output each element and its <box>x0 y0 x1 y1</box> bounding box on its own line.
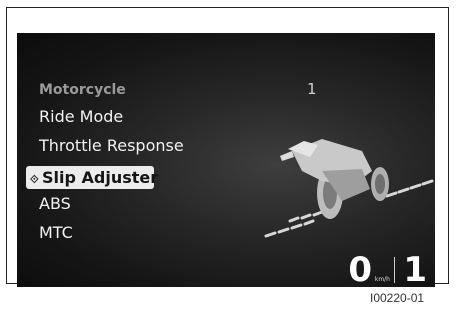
menu-item-slip-adjuster[interactable]: ⟐ Slip Adjuster <box>26 166 158 189</box>
figure-caption: I00220-01 <box>370 291 425 305</box>
menu-header-value: 1 <box>307 80 317 98</box>
readout-divider <box>394 257 395 283</box>
selection-arrow-icon: ⟐ <box>30 173 39 186</box>
menu-item-abs[interactable]: ABS <box>39 194 71 213</box>
menu-item-throttle-response[interactable]: Throttle Response <box>39 136 184 155</box>
menu-header-motorcycle: Motorcycle <box>39 82 126 98</box>
dashboard-display: Motorcycle 1 Ride Mode Throttle Response… <box>17 33 435 287</box>
menu-item-mtc[interactable]: MTC <box>39 223 73 242</box>
speed-readout: 0 <box>348 250 372 287</box>
menu-item-ride-mode[interactable]: Ride Mode <box>39 107 123 126</box>
menu-item-label: Slip Adjuster <box>42 168 159 187</box>
speed-unit: km/h <box>374 276 390 283</box>
gear-indicator: 1 <box>403 250 427 287</box>
motorcycle-illustration <box>264 139 434 238</box>
